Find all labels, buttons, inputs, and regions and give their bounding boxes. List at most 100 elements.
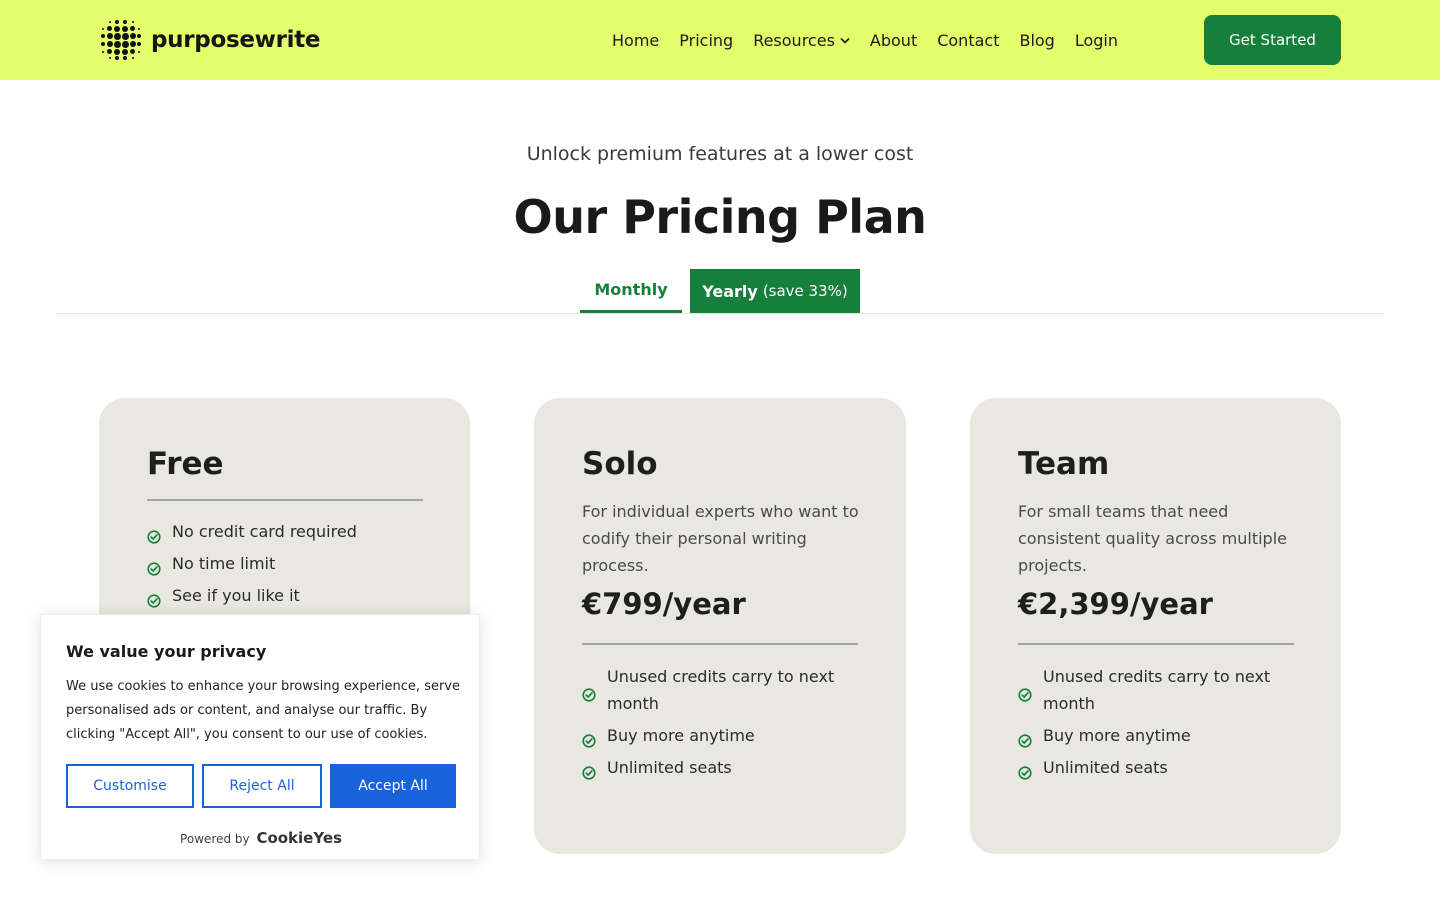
logo-dot: [113, 32, 121, 40]
nav-pricing[interactable]: Pricing: [679, 31, 733, 50]
nav-contact-label: Contact: [937, 30, 1000, 50]
feature-item: Unlimited seats: [1018, 754, 1298, 781]
logo-dot: [130, 26, 135, 31]
feature-list: No credit card required No time limit Se…: [147, 518, 422, 609]
feature-text: Buy more anytime: [1043, 726, 1191, 745]
nav-resources-label: Resources: [753, 30, 835, 50]
logo-dot: [122, 48, 128, 55]
feature-item: Buy more anytime: [582, 722, 862, 749]
logo-text: purposewrite: [151, 27, 321, 53]
chevron-down-icon: [840, 36, 850, 47]
tab-monthly[interactable]: Monthly: [580, 269, 682, 313]
check-circle-icon: [147, 525, 161, 544]
logo-dot: [123, 19, 127, 24]
nav-home-label: Home: [612, 30, 660, 50]
cookie-title: We value your privacy: [66, 642, 267, 661]
nav-about[interactable]: About: [870, 31, 917, 50]
nav-home[interactable]: Home: [612, 31, 659, 50]
plan-description: For small teams that need consistent qua…: [1018, 502, 1287, 575]
cookie-consent-banner: We value your privacy We use cookies to …: [40, 614, 480, 860]
feature-list: Unused credits carry to next month Buy m…: [582, 663, 858, 781]
logo-dot: [108, 57, 111, 60]
logo-dot: [121, 40, 129, 48]
check-circle-icon: [1018, 729, 1032, 748]
tabs-divider: [56, 313, 1384, 314]
logo-dot: [114, 48, 120, 55]
feature-text: Unused credits carry to next month: [1043, 667, 1271, 713]
logo-dot: [101, 50, 104, 53]
logo-dot: [107, 26, 112, 31]
feature-text: Unlimited seats: [1043, 758, 1168, 777]
nav-about-label: About: [869, 30, 918, 50]
get-started-button[interactable]: Get Started: [1204, 15, 1341, 65]
logo-dot: [113, 40, 121, 48]
nav-login-label: Login: [1074, 30, 1119, 50]
feature-text: No credit card required: [172, 522, 357, 541]
feature-item: Unused credits carry to next month: [582, 663, 862, 717]
plan-name: Team: [1018, 446, 1110, 482]
nav-blog[interactable]: Blog: [1019, 31, 1054, 50]
feature-text: See if you like it: [172, 586, 300, 605]
check-circle-icon: [147, 557, 161, 576]
plan-divider: [1018, 643, 1294, 645]
customise-button[interactable]: Customise: [66, 764, 194, 808]
check-circle-icon: [582, 761, 596, 780]
nav-resources[interactable]: Resources: [753, 31, 850, 50]
nav-pricing-label: Pricing: [679, 30, 734, 50]
feature-item: No time limit: [147, 550, 427, 577]
feature-list: Unused credits carry to next month Buy m…: [1018, 663, 1293, 781]
plan-name: Free: [147, 446, 224, 482]
logo[interactable]: purposewrite: [100, 18, 321, 62]
powered-by-label: Powered by: [180, 832, 250, 846]
cookie-description: We use cookies to enhance your browsing …: [66, 679, 460, 742]
main-nav: Home Pricing Resources About Contact Blo…: [612, 26, 1138, 54]
feature-item: Buy more anytime: [1018, 722, 1298, 749]
logo-dot: [115, 19, 119, 24]
feature-text: Unlimited seats: [607, 758, 732, 777]
logo-dot: [101, 27, 104, 30]
check-circle-icon: [147, 589, 161, 608]
feature-item: Unused credits carry to next month: [1018, 663, 1298, 717]
logo-dot: [100, 34, 105, 38]
plan-divider: [147, 499, 423, 501]
accept-all-button[interactable]: Accept All: [330, 764, 456, 808]
cookieyes-logo[interactable]: CookieYes: [256, 829, 342, 847]
logo-dot: [137, 42, 142, 46]
logo-dot: [123, 56, 127, 61]
feature-text: Unused credits carry to next month: [607, 667, 835, 713]
nav-blog-label: Blog: [1019, 30, 1055, 50]
tab-yearly[interactable]: Yearly (save 33%): [690, 269, 860, 313]
logo-dot: [129, 33, 136, 39]
logo-dot: [115, 56, 119, 61]
logo-dot: [121, 32, 129, 40]
page-title: Our Pricing Plan: [513, 190, 927, 244]
logo-dot: [131, 20, 134, 23]
logo-dot: [122, 25, 128, 32]
plan-price: €2,399/year: [1018, 587, 1213, 621]
logo-dot: [107, 49, 112, 54]
logo-dot: [108, 20, 111, 23]
check-circle-icon: [582, 729, 596, 748]
nav-login[interactable]: Login: [1075, 31, 1118, 50]
feature-item: No credit card required: [147, 518, 427, 545]
feature-item: Unlimited seats: [582, 754, 862, 781]
plan-card-team: Team For small teams that need consisten…: [970, 398, 1341, 854]
plan-name: Solo: [582, 446, 658, 482]
logo-dot: [100, 42, 105, 46]
plan-divider: [582, 643, 858, 645]
reject-all-button[interactable]: Reject All: [202, 764, 322, 808]
logo-dot: [131, 57, 134, 60]
plan-price: €799/year: [582, 587, 746, 621]
plan-description: For individual experts who want to codif…: [582, 502, 859, 575]
logo-dot: [106, 33, 113, 39]
logo-dot: [137, 34, 142, 38]
check-circle-icon: [1018, 683, 1032, 702]
feature-text: No time limit: [172, 554, 276, 573]
cookie-actions: Customise Reject All Accept All: [66, 764, 456, 808]
logo-dot: [138, 50, 141, 53]
logo-dot: [114, 25, 120, 32]
plan-card-solo: Solo For individual experts who want to …: [534, 398, 906, 854]
tab-yearly-savings: (save 33%): [762, 282, 848, 300]
pricing-eyebrow: Unlock premium features at a lower cost: [526, 143, 914, 165]
nav-contact[interactable]: Contact: [937, 31, 999, 50]
